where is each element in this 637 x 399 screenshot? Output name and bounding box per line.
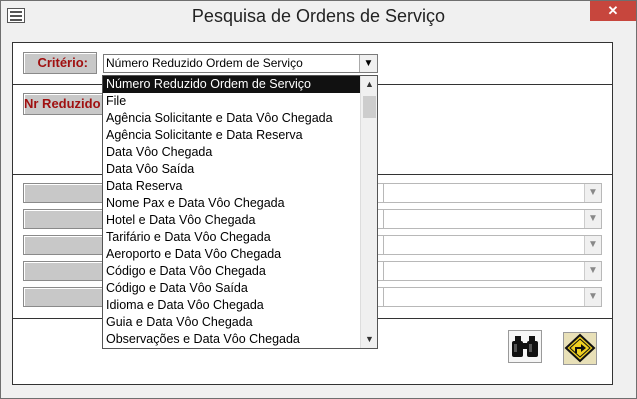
dropdown-option[interactable]: Código e Data Vôo Saída: [103, 280, 361, 297]
chevron-down-icon[interactable]: ▼: [584, 210, 601, 228]
binoculars-icon: [512, 336, 538, 357]
dropdown-option[interactable]: Observações e Data Vôo Chegada: [103, 331, 361, 348]
filter-label-3: [23, 235, 103, 255]
dropdown-option[interactable]: File: [103, 93, 361, 110]
window-title: Pesquisa de Ordens de Serviço: [191, 6, 446, 26]
scroll-up-icon[interactable]: ▲: [361, 76, 377, 93]
dropdown-option[interactable]: Agência Solicitante e Data Reserva: [103, 127, 361, 144]
dropdown-option[interactable]: Número Reduzido Ordem de Serviço: [103, 76, 361, 93]
criterio-label: Critério:: [23, 52, 97, 74]
close-button[interactable]: ✕: [590, 1, 636, 21]
dropdown-option[interactable]: Hotel e Data Vôo Chegada: [103, 212, 361, 229]
window: Pesquisa de Ordens de Serviço ✕ Critério…: [0, 0, 637, 399]
nr-reduzido-label: Nr Reduzido: [23, 93, 103, 115]
dropdown-option[interactable]: Tarifário e Data Vôo Chegada: [103, 229, 361, 246]
criterio-dropdown-list[interactable]: Número Reduzido Ordem de Serviço File Agên…: [102, 75, 378, 349]
title-bar: Pesquisa de Ordens de Serviço ✕: [1, 1, 636, 31]
dropdown-options: Número Reduzido Ordem de Serviço File Agên…: [103, 76, 361, 348]
dropdown-scrollbar[interactable]: ▲ ▼: [360, 76, 377, 348]
exit-sign-icon: [564, 333, 596, 363]
scroll-thumb[interactable]: [363, 96, 376, 118]
filter-select-4[interactable]: ▼: [383, 261, 602, 281]
filter-select-2[interactable]: ▼: [383, 209, 602, 229]
scroll-down-icon[interactable]: ▼: [361, 331, 377, 348]
filter-label-5: [23, 287, 103, 307]
filter-label-2: [23, 209, 103, 229]
dropdown-option[interactable]: Código e Data Vôo Chegada: [103, 263, 361, 280]
chevron-down-icon[interactable]: ▼: [584, 236, 601, 254]
criterio-value: Número Reduzido Ordem de Serviço: [106, 56, 303, 70]
chevron-down-icon[interactable]: ▼: [584, 262, 601, 280]
chevron-down-icon[interactable]: ▼: [359, 55, 377, 72]
filter-label-1: [23, 183, 103, 203]
dropdown-option[interactable]: Data Reserva: [103, 178, 361, 195]
dropdown-option[interactable]: Data Vôo Saída: [103, 161, 361, 178]
filter-select-3[interactable]: ▼: [383, 235, 602, 255]
dropdown-option[interactable]: Nome Pax e Data Vôo Chegada: [103, 195, 361, 212]
search-button[interactable]: [508, 330, 542, 363]
filter-label-4: [23, 261, 103, 281]
chevron-down-icon[interactable]: ▼: [584, 184, 601, 202]
criterio-select[interactable]: Número Reduzido Ordem de Serviço ▼: [103, 54, 378, 73]
filter-select-1[interactable]: ▼: [383, 183, 602, 203]
dropdown-option[interactable]: Data Vôo Chegada: [103, 144, 361, 161]
filter-select-5[interactable]: ▼: [383, 287, 602, 307]
dropdown-option[interactable]: Guia e Data Vôo Chegada: [103, 314, 361, 331]
dropdown-option[interactable]: Aeroporto e Data Vôo Chegada: [103, 246, 361, 263]
chevron-down-icon[interactable]: ▼: [584, 288, 601, 306]
dropdown-option[interactable]: Agência Solicitante e Data Vôo Chegada: [103, 110, 361, 127]
exit-button[interactable]: [563, 332, 597, 365]
dropdown-option[interactable]: Idioma e Data Vôo Chegada: [103, 297, 361, 314]
